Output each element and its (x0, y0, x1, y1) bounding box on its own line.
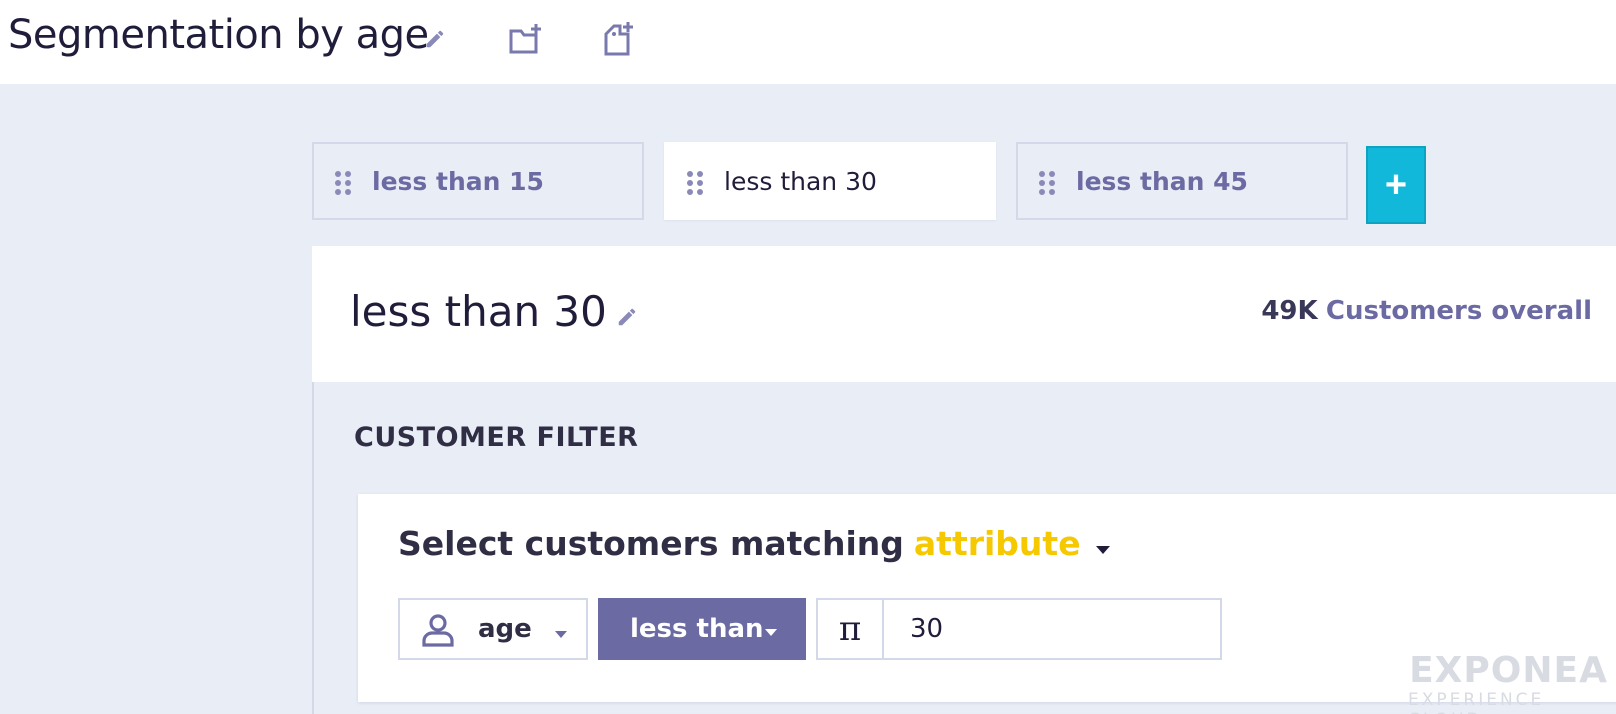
value-input[interactable] (886, 600, 1220, 658)
operator-value: less than (630, 614, 764, 644)
caret-down-icon[interactable] (1095, 524, 1111, 563)
drag-grip-icon[interactable] (334, 170, 352, 201)
tab-segment-less-than-30[interactable]: less than 30 (664, 142, 996, 220)
tab-segment-less-than-45[interactable]: less than 45 (1016, 142, 1348, 220)
filter-sentence-text: Select customers matching (398, 524, 904, 563)
brand-subtitle: EXPERIENCE CLOUD (1408, 690, 1545, 714)
tab-label: less than 15 (372, 166, 544, 196)
brand-logo: EXPONEA EXPERIENCE CLOUD (1408, 650, 1608, 714)
drag-grip-icon[interactable] (1038, 170, 1056, 201)
add-segment-button[interactable]: + (1366, 146, 1426, 224)
value-input-group: π (816, 598, 1222, 660)
edit-title-pencil-icon[interactable] (424, 28, 446, 50)
caret-down-icon (554, 626, 568, 644)
caret-down-icon (764, 624, 778, 642)
filter-sentence: Select customers matching attribute (398, 524, 1111, 563)
folder-add-icon[interactable] (508, 22, 544, 58)
segment-header: less than 30 49K Customers overall (312, 246, 1616, 382)
tab-label: less than 30 (724, 166, 877, 196)
user-icon (420, 612, 456, 653)
customer-count-value: 49K (1261, 296, 1318, 326)
value-type-pi-icon[interactable]: π (818, 600, 884, 658)
filter-mode-selector[interactable]: attribute (914, 524, 1081, 563)
drag-grip-icon[interactable] (686, 170, 704, 201)
header-bar: Segmentation by age (0, 0, 1616, 84)
operator-select[interactable]: less than (598, 598, 806, 660)
tab-label: less than 45 (1076, 166, 1248, 196)
customer-count-label[interactable]: Customers overall (1326, 296, 1592, 326)
attribute-select[interactable]: age (398, 598, 588, 660)
customer-filter-heading: CUSTOMER FILTER (354, 422, 639, 453)
page-title: Segmentation by age (8, 12, 429, 58)
edit-segment-pencil-icon[interactable] (616, 306, 638, 333)
tag-add-icon[interactable] (602, 20, 636, 58)
tab-segment-less-than-15[interactable]: less than 15 (312, 142, 644, 220)
brand-name: EXPONEA (1409, 650, 1608, 691)
attribute-value: age (478, 614, 532, 644)
segment-title: less than 30 (350, 287, 607, 336)
customer-count: 49K Customers overall (1261, 294, 1592, 328)
